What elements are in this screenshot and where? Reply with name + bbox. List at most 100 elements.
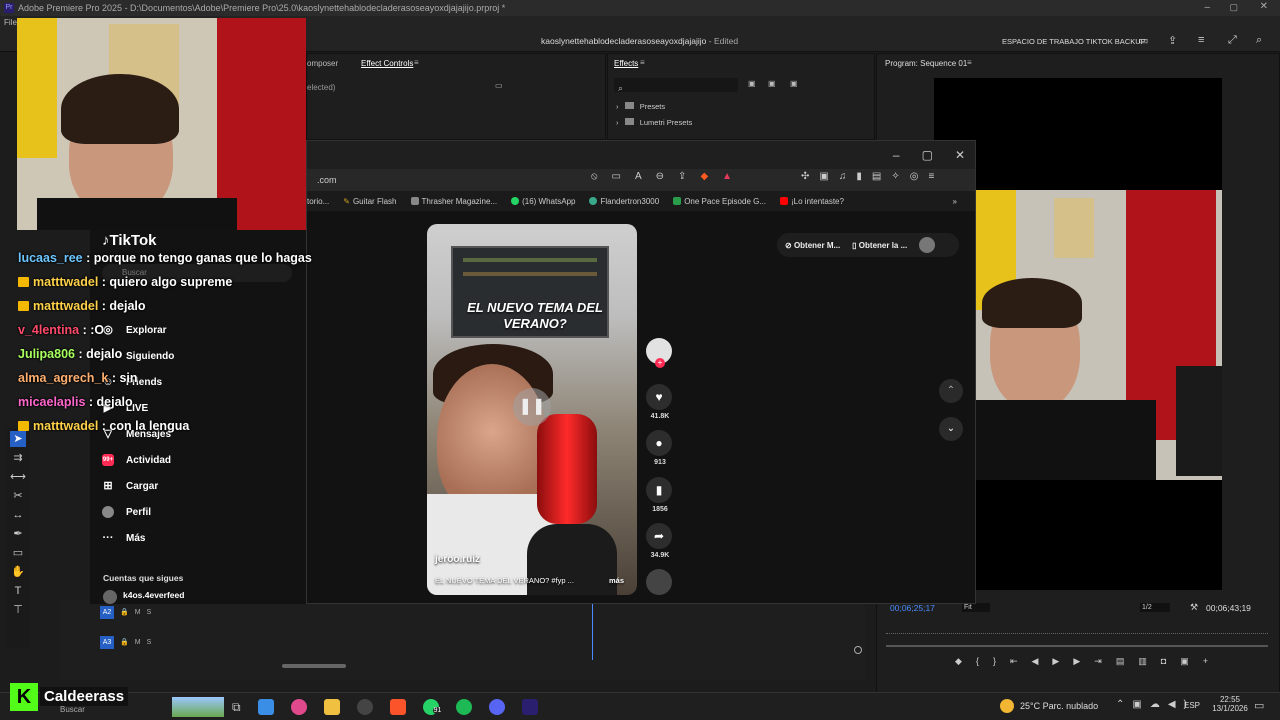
save-button[interactable]: ▮ 1856 bbox=[646, 477, 674, 513]
language-indicator[interactable]: ESP bbox=[1184, 701, 1200, 710]
translate-icon[interactable]: A bbox=[635, 171, 642, 182]
effects-item[interactable]: › Lumetri Presets bbox=[616, 118, 692, 127]
track-row[interactable]: A3 🔒 M S bbox=[100, 635, 860, 649]
notifications-icon[interactable]: ▭ bbox=[1254, 699, 1264, 712]
close-button[interactable]: ✕ bbox=[1260, 1, 1268, 12]
bookmark-item[interactable]: ¡Lo intentaste? bbox=[780, 197, 844, 206]
effects-item[interactable]: › Presets bbox=[616, 102, 665, 111]
lock-icon[interactable]: 🔒 bbox=[120, 608, 129, 616]
share-button[interactable]: ➦ 34.9K bbox=[646, 523, 674, 559]
extract-icon[interactable]: ▥ bbox=[1138, 656, 1147, 670]
tab-effects[interactable]: Effects bbox=[614, 59, 638, 68]
browser-maximize-button[interactable]: ▢ bbox=[922, 148, 933, 162]
yuv-effects-icon[interactable]: ▣ bbox=[790, 79, 798, 88]
bookmark-item[interactable]: torio... bbox=[307, 197, 329, 206]
panel-menu-icon[interactable]: ≡ bbox=[414, 58, 419, 67]
add-marker-icon[interactable]: ◆ bbox=[955, 656, 962, 670]
rectangle-icon[interactable]: ▭ bbox=[10, 545, 26, 561]
program-zoom-bar[interactable] bbox=[886, 645, 1268, 647]
sidebar-icon[interactable]: ▮ bbox=[856, 171, 862, 182]
ai-icon[interactable]: ✧ bbox=[891, 171, 899, 182]
effects-menu-icon[interactable]: ≡ bbox=[640, 58, 645, 67]
bookmark-item[interactable]: Thrasher Magazine... bbox=[410, 197, 497, 206]
slip-icon[interactable]: ↔ bbox=[10, 507, 26, 523]
caption-more-link[interactable]: más bbox=[609, 576, 624, 585]
bookmark-item[interactable]: One Pace Episode G... bbox=[673, 197, 766, 206]
solo-label[interactable]: S bbox=[147, 609, 152, 616]
pen-icon[interactable]: ✒ bbox=[10, 526, 26, 542]
menu-file[interactable]: File bbox=[4, 18, 17, 27]
fullscreen-icon[interactable]: ⤢ bbox=[1228, 34, 1237, 47]
brave-icon[interactable] bbox=[389, 699, 406, 715]
share-icon[interactable]: ⇪ bbox=[678, 171, 686, 182]
tracking-icon[interactable]: ⦸ bbox=[591, 171, 598, 182]
extensions-icon[interactable]: ✣ bbox=[801, 171, 809, 182]
menu-lines-icon[interactable]: ≡ bbox=[1198, 34, 1204, 46]
playhead-timecode[interactable]: 00;06;25;17 bbox=[890, 603, 935, 613]
mute-label[interactable]: M bbox=[135, 609, 141, 616]
weather-icon[interactable] bbox=[1000, 699, 1014, 713]
effects-search-input[interactable]: ⌕ bbox=[614, 78, 738, 93]
panel-expand-icon[interactable]: ▭ bbox=[495, 81, 503, 90]
whatsapp-icon[interactable]: 91 bbox=[422, 699, 443, 715]
screenshot-icon[interactable]: ▣ bbox=[819, 171, 828, 182]
follow-plus-icon[interactable]: + bbox=[655, 358, 665, 368]
fit-dropdown[interactable]: Fit bbox=[962, 603, 990, 612]
get-app-button[interactable]: ⊘ Obtener M... bbox=[785, 241, 840, 250]
mute-label[interactable]: M bbox=[135, 639, 141, 646]
camera-icon[interactable]: ◘ bbox=[1161, 656, 1166, 670]
brave-rewards-icon[interactable]: ▲ bbox=[722, 171, 732, 182]
nav-item-cargar[interactable]: ⊞ Cargar bbox=[90, 473, 306, 499]
type-icon[interactable]: T bbox=[10, 583, 26, 599]
like-button[interactable]: ♥ 41.8K bbox=[646, 384, 674, 420]
compare-icon[interactable]: ▣ bbox=[1180, 656, 1189, 670]
get-desktop-button[interactable]: ▯ Obtener la ... bbox=[852, 241, 907, 250]
creator-avatar[interactable]: + bbox=[646, 338, 674, 368]
bookmark-item[interactable]: Flandertron3000 bbox=[589, 197, 659, 206]
go-to-in-icon[interactable]: ⇤ bbox=[1010, 656, 1018, 670]
weather-text[interactable]: 25°C Parc. nublado bbox=[1020, 701, 1098, 711]
taskbar-search[interactable]: Buscar bbox=[60, 705, 85, 714]
zoom-icon[interactable]: ⊖ bbox=[656, 171, 664, 182]
pause-icon[interactable]: ❚❚ bbox=[513, 388, 551, 426]
tab-program[interactable]: Program: Sequence 01 bbox=[885, 59, 967, 68]
clock[interactable]: 22:55 13/1/2026 bbox=[1208, 695, 1252, 713]
url-text[interactable]: .com bbox=[317, 175, 337, 185]
step-back-icon[interactable]: ◀ bbox=[1032, 656, 1039, 670]
share-icon[interactable]: ⇪ bbox=[1168, 34, 1177, 47]
next-video-button[interactable]: ⌄ bbox=[939, 417, 963, 441]
step-forward-icon[interactable]: ▶ bbox=[1073, 656, 1080, 670]
tiktok-video[interactable]: EL NUEVO TEMA DEL VERANO? ❚❚ jeroo.ruiz … bbox=[427, 224, 637, 595]
timeline-scrollbar[interactable] bbox=[282, 664, 346, 668]
bookmarks-overflow-icon[interactable]: » bbox=[953, 197, 957, 206]
spotify-icon[interactable] bbox=[455, 699, 472, 715]
quality-dropdown[interactable]: 1/2 bbox=[1140, 603, 1170, 612]
hand-icon[interactable]: ✋ bbox=[10, 564, 26, 580]
brave-shield-icon[interactable]: ◆ bbox=[700, 171, 708, 182]
caption-icon[interactable]: ⊤ bbox=[10, 602, 26, 618]
nav-item-perfil[interactable]: Perfil bbox=[90, 499, 306, 525]
track-select-icon[interactable]: ⇉ bbox=[10, 450, 26, 466]
maximize-button[interactable]: ▢ bbox=[1229, 2, 1238, 13]
razor-icon[interactable]: ✂ bbox=[10, 488, 26, 504]
mark-out-icon[interactable]: } bbox=[993, 656, 996, 670]
previous-video-button[interactable]: ⌃ bbox=[939, 379, 963, 403]
cast-icon[interactable]: ▭ bbox=[612, 171, 621, 182]
accelerated-effects-icon[interactable]: ▣ bbox=[748, 79, 756, 88]
bookmark-item[interactable]: ✎ Guitar Flash bbox=[343, 197, 396, 206]
address-bar[interactable]: .com ⦸ ▭ A ⊖ ⇪ ◆ ▲ ✣ ▣ ♫ ▮ ▤ ✧ ◎ ≡ bbox=[307, 169, 975, 191]
workspace-label[interactable]: ESPACIO DE TRABAJO TIKTOK BACKUP bbox=[1002, 37, 1146, 46]
discord-icon[interactable] bbox=[488, 699, 505, 715]
premiere-icon[interactable] bbox=[521, 699, 538, 715]
vpn-icon[interactable]: ◎ bbox=[910, 171, 919, 182]
lock-icon[interactable]: 🔒 bbox=[120, 638, 129, 646]
go-to-out-icon[interactable]: ⇥ bbox=[1094, 656, 1102, 670]
music-icon[interactable]: ♫ bbox=[839, 171, 847, 182]
program-ruler[interactable] bbox=[886, 626, 1268, 634]
wallet-icon[interactable]: ▤ bbox=[872, 171, 881, 182]
ripple-edit-icon[interactable]: ⟷ bbox=[10, 469, 26, 485]
tab-effect-controls[interactable]: Effect Controls bbox=[361, 59, 413, 68]
app-pink-icon[interactable] bbox=[290, 699, 307, 715]
timeline-scroll-end[interactable] bbox=[854, 646, 862, 654]
bookmark-item[interactable]: (16) WhatsApp bbox=[511, 197, 575, 206]
